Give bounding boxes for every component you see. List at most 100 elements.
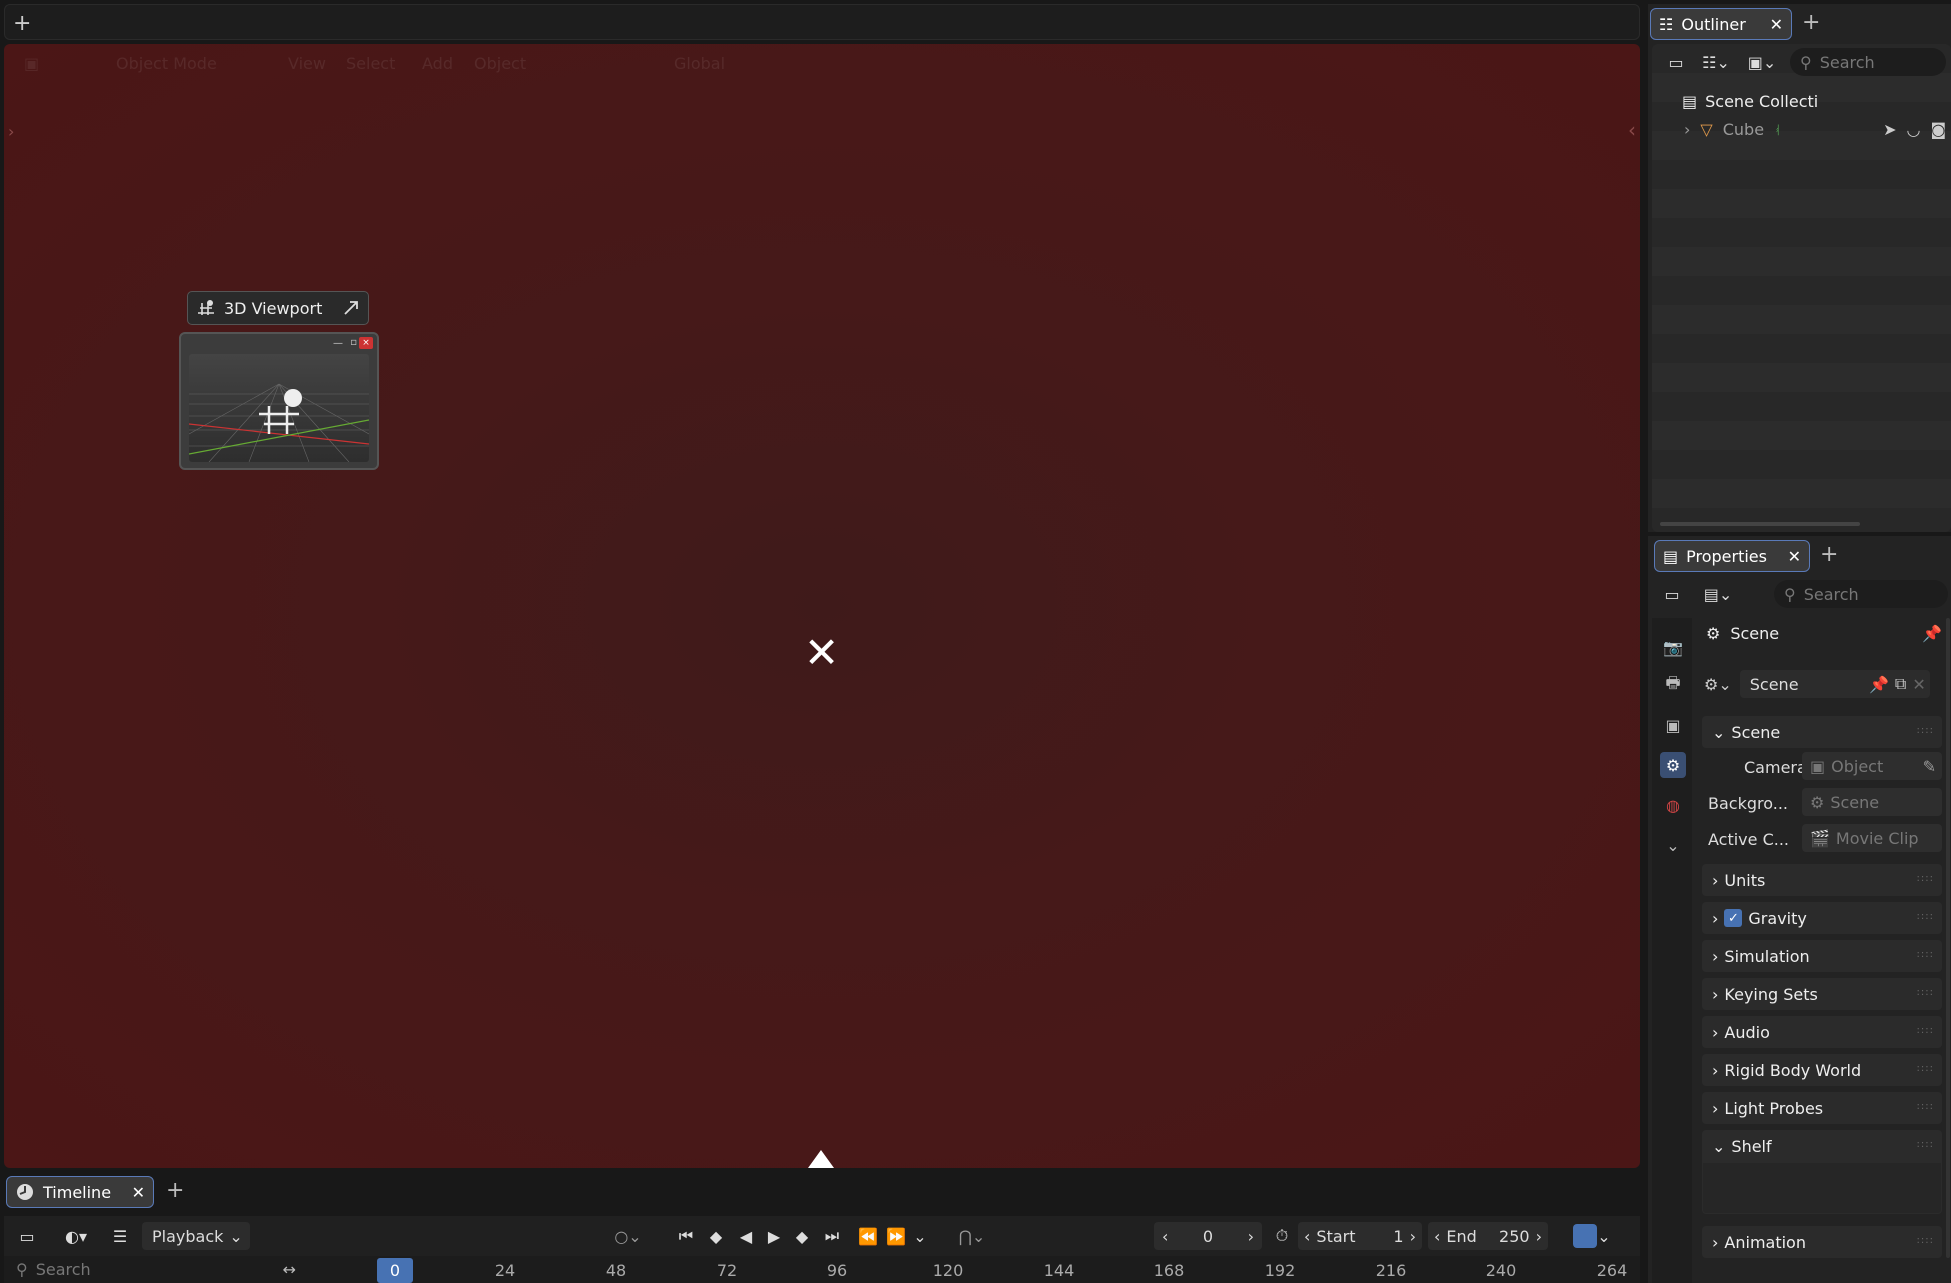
overlay-toggle[interactable]: ⌄: [1568, 1222, 1616, 1250]
hamburger-menu-icon[interactable]: ☰: [106, 1224, 134, 1248]
editor-type-select[interactable]: ▤⌄: [1698, 582, 1738, 606]
view-layer-select[interactable]: ▣⌄: [1742, 50, 1782, 74]
chevron-down-icon[interactable]: ⌄: [1660, 832, 1686, 858]
properties-search[interactable]: ⚲ Search: [1774, 580, 1948, 608]
scene-name-field[interactable]: Scene 📌 ⧉ ✕: [1739, 670, 1930, 698]
close-tab-icon[interactable]: ✕: [1770, 15, 1783, 34]
jump-start-icon[interactable]: ⏮: [674, 1224, 698, 1248]
tab-timeline[interactable]: Timeline ✕: [6, 1176, 154, 1208]
chevron-down-icon[interactable]: ⌄: [912, 1224, 928, 1248]
menu-object[interactable]: Object: [474, 54, 526, 73]
horizontal-scrollbar[interactable]: [1660, 522, 1860, 526]
add-tab-button[interactable]: +: [166, 1178, 184, 1203]
add-tab-button[interactable]: +: [1820, 542, 1838, 567]
camera-field[interactable]: ▣ Object ✎: [1802, 752, 1942, 780]
timeline-search[interactable]: ⚲ Search ↔: [6, 1256, 302, 1283]
scene-browse-icon[interactable]: ⚙⌄: [1704, 675, 1732, 694]
render-toggle-icon[interactable]: ◙: [1930, 120, 1946, 139]
close-tab-icon[interactable]: ✕: [1788, 547, 1801, 566]
drag-grip-icon[interactable]: ::::: [1917, 1101, 1934, 1112]
drag-grip-icon[interactable]: ::::: [1917, 1139, 1934, 1150]
orientation-select[interactable]: Global: [674, 54, 725, 73]
outliner-icon: ☷: [1659, 14, 1674, 34]
auto-keying-toggle[interactable]: ○⌄: [608, 1224, 648, 1248]
sidebar-expand-icon[interactable]: ‹: [1628, 118, 1636, 142]
jump-end-icon[interactable]: ⏭: [820, 1224, 844, 1248]
panel-light-probes[interactable]: › Light Probes ::::: [1702, 1092, 1942, 1124]
timeline-editor-select[interactable]: ◐▾: [56, 1224, 96, 1248]
add-workspace-button[interactable]: +: [13, 11, 31, 36]
drag-grip-icon[interactable]: ::::: [1917, 1063, 1934, 1074]
vertical-scrollbar[interactable]: [1946, 618, 1950, 1258]
next-frame-icon[interactable]: ⏩: [884, 1224, 908, 1248]
viewport-3d[interactable]: ▣ Object Mode View Select Add Object Glo…: [4, 44, 1640, 1168]
drag-grip-icon[interactable]: ::::: [1917, 1235, 1934, 1246]
background-value: Scene: [1830, 792, 1880, 812]
panel-animation[interactable]: › Animation ::::: [1702, 1226, 1942, 1258]
drag-grip-icon[interactable]: ::::: [1917, 873, 1934, 884]
display-mode-icon[interactable]: ▭: [1660, 582, 1684, 606]
panel-units[interactable]: › Units ::::: [1702, 864, 1942, 896]
start-frame-field[interactable]: ‹ Start 1 ›: [1298, 1222, 1422, 1250]
display-mode-icon[interactable]: ▭: [1664, 50, 1688, 74]
gravity-checkbox[interactable]: ✓: [1724, 909, 1743, 927]
duplicate-icon[interactable]: ⧉: [1895, 674, 1906, 694]
panel-keying-sets[interactable]: › Keying Sets ::::: [1702, 978, 1942, 1010]
panel-scene[interactable]: ⌄ Scene ::::: [1702, 716, 1942, 748]
add-tab-button[interactable]: +: [1802, 10, 1820, 35]
prev-keyframe-icon[interactable]: ◆: [704, 1224, 728, 1248]
render-tab-icon[interactable]: 📷: [1660, 634, 1686, 660]
panel-shelf[interactable]: ⌄ Shelf ::::: [1702, 1130, 1942, 1162]
timeline-ruler[interactable]: ⚲ Search ↔ 0 24 48 72 96 120 144 168 192…: [4, 1256, 1640, 1283]
tree-row-scene-collection[interactable]: ▤ Scene Collecti: [1682, 92, 1818, 111]
visibility-toggle-icon[interactable]: ◡: [1907, 120, 1921, 139]
current-frame-field[interactable]: ‹ 0 ›: [1154, 1222, 1262, 1250]
menu-select[interactable]: Select: [346, 54, 395, 73]
editor-type-icon[interactable]: ▣: [24, 54, 39, 73]
panel-audio[interactable]: › Audio ::::: [1702, 1016, 1942, 1048]
toolbar-expand-icon[interactable]: ›: [8, 122, 14, 141]
editor-type-icon[interactable]: ▭: [14, 1224, 40, 1248]
select-toggle-icon[interactable]: ➤: [1883, 120, 1896, 139]
next-keyframe-icon[interactable]: ◆: [790, 1224, 814, 1248]
resize-horizontal-icon[interactable]: ↔: [283, 1260, 296, 1279]
close-tab-icon[interactable]: ✕: [132, 1183, 145, 1202]
background-scene-field[interactable]: ⚙ Scene: [1802, 788, 1942, 816]
play-reverse-icon[interactable]: ◀: [734, 1224, 758, 1248]
menu-add[interactable]: Add: [422, 54, 453, 73]
tab-properties[interactable]: ▤ Properties ✕: [1654, 540, 1810, 572]
tab-label: Properties: [1686, 546, 1767, 566]
drag-grip-icon[interactable]: ::::: [1917, 1025, 1934, 1036]
chevron-right-icon[interactable]: ›: [1684, 120, 1690, 139]
outliner-search[interactable]: ⚲ Search: [1790, 48, 1946, 76]
view-layer-tab-icon[interactable]: ▣: [1660, 712, 1686, 738]
menu-view[interactable]: View: [288, 54, 326, 73]
world-tab-icon[interactable]: ◍: [1660, 792, 1686, 818]
tab-outliner[interactable]: ☷ Outliner ✕: [1650, 8, 1792, 40]
playback-menu[interactable]: Playback ⌄: [142, 1222, 250, 1250]
fake-user-icon[interactable]: 📌: [1869, 675, 1889, 694]
pin-icon[interactable]: 📌: [1922, 624, 1942, 643]
drag-grip-icon[interactable]: ::::: [1917, 987, 1934, 998]
unlink-icon[interactable]: ✕: [1912, 675, 1925, 694]
output-tab-icon[interactable]: 🖶: [1660, 672, 1686, 698]
outliner-tree[interactable]: ▭ ☷⌄ ▣⌄ ⚲ Search ▤ Scene Collecti › ▽ Cu…: [1652, 44, 1951, 532]
tree-row-cube[interactable]: › ▽ Cube ᚮ ➤ ◡ ◙: [1684, 120, 1946, 139]
camera-icon: ▣: [1810, 756, 1826, 776]
drag-grip-icon[interactable]: ::::: [1917, 725, 1934, 736]
drag-grip-icon[interactable]: ::::: [1917, 911, 1934, 922]
active-clip-field[interactable]: 🎬 Movie Clip: [1802, 824, 1942, 852]
filter-select[interactable]: ☷⌄: [1696, 50, 1736, 74]
eyedropper-icon[interactable]: ✎: [1923, 757, 1936, 776]
scene-tab-icon[interactable]: ⚙: [1660, 752, 1686, 778]
panel-rigid-body-world[interactable]: › Rigid Body World ::::: [1702, 1054, 1942, 1086]
play-icon[interactable]: ▶: [762, 1224, 786, 1248]
prev-frame-icon[interactable]: ⏪: [856, 1224, 880, 1248]
panel-simulation[interactable]: › Simulation ::::: [1702, 940, 1942, 972]
snap-toggle[interactable]: ⋂⌄: [948, 1224, 996, 1248]
mode-select[interactable]: Object Mode: [116, 54, 217, 73]
panel-gravity[interactable]: › ✓ Gravity ::::: [1702, 902, 1942, 934]
drag-grip-icon[interactable]: ::::: [1917, 949, 1934, 960]
stopwatch-icon[interactable]: ⏱: [1270, 1224, 1294, 1248]
end-frame-field[interactable]: ‹ End 250 ›: [1428, 1222, 1548, 1250]
